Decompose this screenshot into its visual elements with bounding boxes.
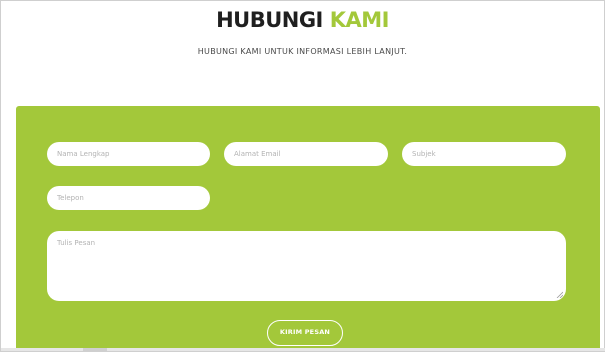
page-title-accent: KAMI bbox=[329, 8, 390, 32]
horizontal-scrollbar[interactable] bbox=[1, 348, 605, 351]
email-field[interactable]: Alamat Email bbox=[224, 142, 388, 166]
message-placeholder: Tulis Pesan bbox=[57, 239, 96, 247]
resize-grip-icon[interactable] bbox=[556, 291, 563, 298]
scrollbar-thumb[interactable] bbox=[83, 348, 107, 351]
message-textarea[interactable]: Tulis Pesan bbox=[47, 231, 566, 301]
subject-field[interactable]: Subjek bbox=[402, 142, 566, 166]
phone-field[interactable]: Telepon bbox=[47, 186, 210, 210]
contact-form-panel: Nama Lengkap Alamat Email Subjek Telepon… bbox=[16, 106, 600, 351]
submit-button[interactable]: KIRIM PESAN bbox=[267, 320, 343, 346]
page-title: HUBUNGI KAMI bbox=[1, 8, 604, 32]
page-title-main: HUBUNGI bbox=[216, 8, 323, 32]
page-subtitle: HUBUNGI KAMI UNTUK INFORMASI LEBIH LANJU… bbox=[197, 47, 408, 56]
page-frame: HUBUNGI KAMI HUBUNGI KAMI UNTUK INFORMAS… bbox=[0, 0, 605, 352]
name-field[interactable]: Nama Lengkap bbox=[47, 142, 210, 166]
